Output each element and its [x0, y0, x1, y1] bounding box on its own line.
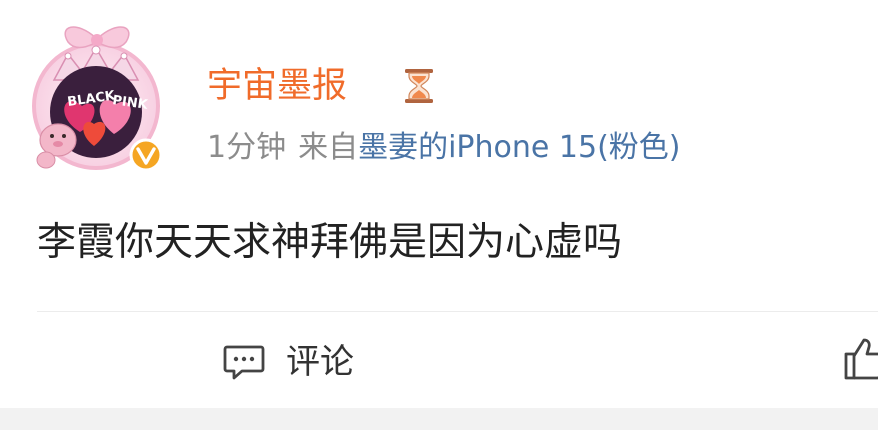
hourglass-icon: [405, 69, 433, 103]
post-text: 李霞你天天求神拜佛是因为心虚吗: [37, 220, 623, 265]
like-button[interactable]: [840, 334, 878, 384]
weibo-post-card: BLACK PINK 宇宙墨报 1分钟 来自墨妻的iPhone 15(粉色) 李霞…: [0, 0, 878, 408]
comment-label: 评论: [286, 342, 354, 382]
post-time: 1分钟: [207, 130, 287, 165]
post-source-device[interactable]: 墨妻的iPhone 15(粉色): [358, 130, 680, 165]
post-meta: 1分钟 来自墨妻的iPhone 15(粉色): [207, 127, 680, 169]
divider: [37, 311, 878, 312]
thumbs-up-icon: [844, 338, 878, 380]
post-source-prefix: 来自: [298, 130, 359, 165]
verified-v-icon: [129, 138, 163, 172]
comment-button[interactable]: 评论: [222, 334, 354, 390]
bottom-separator-strip: [0, 408, 878, 430]
comment-icon: [223, 345, 265, 380]
avatar[interactable]: BLACK PINK: [24, 20, 174, 172]
avatar-image: BLACK PINK: [32, 26, 163, 172]
author-name[interactable]: 宇宙墨报: [207, 62, 347, 110]
